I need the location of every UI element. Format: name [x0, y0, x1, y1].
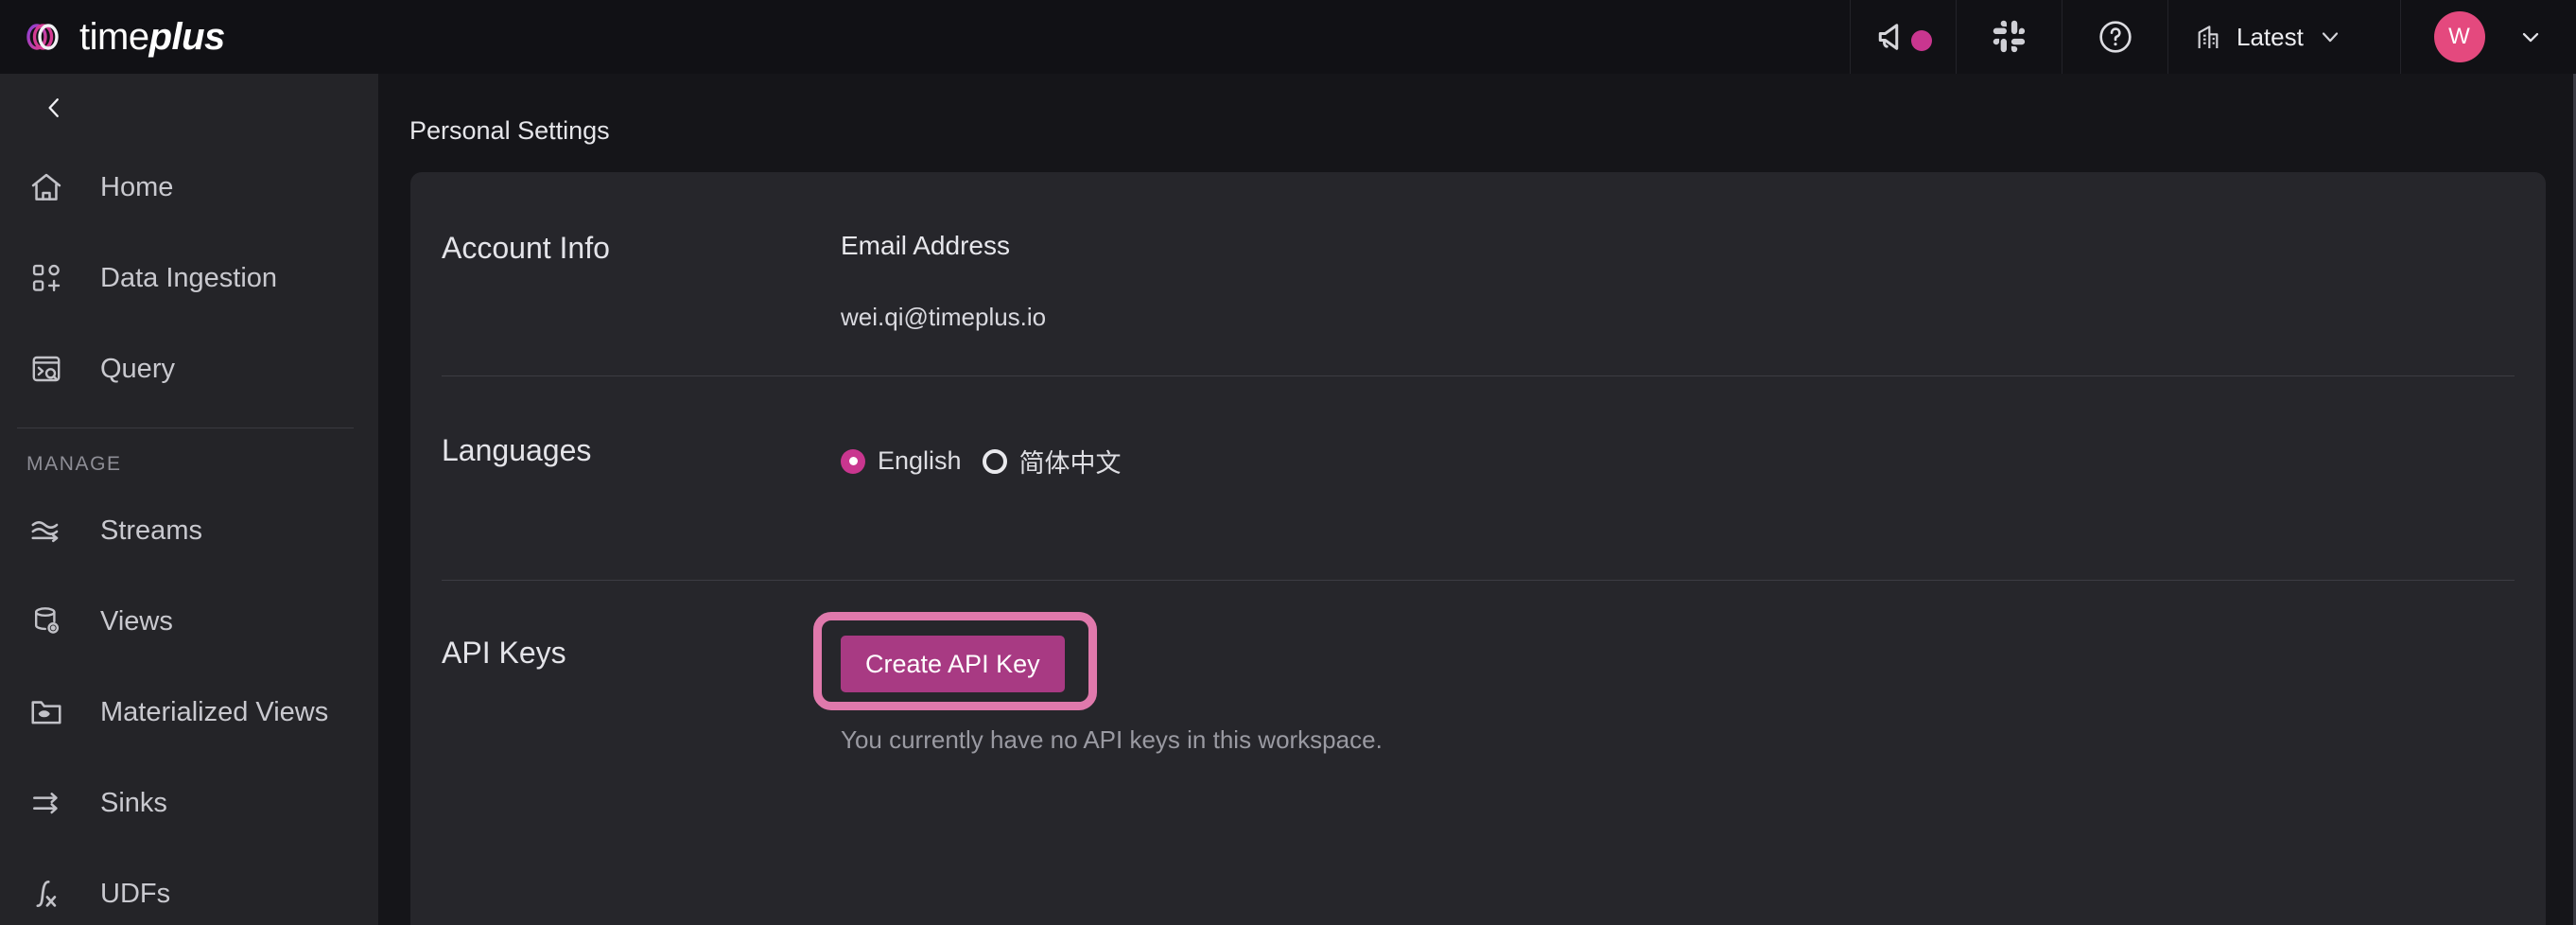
- language-label: 简体中文: [1018, 449, 1122, 478]
- section-title-api-keys: API Keys: [442, 636, 566, 670]
- timeplus-rings-logo-icon: [26, 24, 59, 50]
- radio-selected-icon[interactable]: [841, 448, 865, 474]
- slack-button[interactable]: [1956, 0, 2062, 74]
- section-title-account-info: Account Info: [442, 231, 610, 265]
- announcements-button[interactable]: [1850, 0, 1956, 74]
- email-address-label: Email Address: [841, 231, 1010, 260]
- language-option-chinese[interactable]: 简体中文: [982, 443, 1122, 480]
- languages-body: English 简体中文: [841, 433, 2546, 480]
- section-api-keys: API Keys Create API Key You currently ha…: [410, 581, 2546, 798]
- language-radio-group: English 简体中文: [841, 433, 2546, 480]
- section-account-info: Account Info Email Address wei.qi@timepl…: [410, 172, 2546, 375]
- chevron-down-icon[interactable]: [2517, 24, 2544, 50]
- sidebar-item-sinks[interactable]: Sinks: [0, 758, 378, 848]
- help-circle-icon: [2098, 21, 2132, 53]
- brand-wordmark: timeplus: [79, 18, 225, 56]
- radio-unselected-icon[interactable]: [982, 448, 1007, 474]
- brand-logo[interactable]: timeplus: [0, 15, 225, 59]
- chevron-down-icon: [2322, 32, 2338, 43]
- sidebar-item-label: Materialized Views: [100, 696, 329, 727]
- email-address-value: wei.qi@timeplus.io: [841, 303, 1047, 331]
- brand-name-bold: plus: [148, 16, 226, 58]
- building-icon: [2198, 26, 2219, 48]
- sidebar-item-data-ingestion[interactable]: Data Ingestion: [0, 233, 378, 323]
- account-info-body: Email Address wei.qi@timeplus.io: [841, 231, 2546, 332]
- chevron-left-icon: [48, 98, 59, 117]
- sidebar-item-views[interactable]: Views: [0, 576, 378, 667]
- sidebar-item-label: Query: [100, 353, 175, 384]
- materialized-views-folder-icon: [25, 690, 68, 734]
- section-title-languages: Languages: [442, 433, 592, 467]
- sidebar: Home Data Ingestion Query MANAGE Streams…: [0, 74, 378, 925]
- sidebar-item-query[interactable]: Query: [0, 323, 378, 414]
- sidebar-item-label: Streams: [100, 515, 202, 546]
- sidebar-item-home[interactable]: Home: [0, 142, 378, 233]
- language-label: English: [878, 446, 962, 475]
- top-bar: timeplus Latest W: [0, 0, 2576, 74]
- brand-name-light: time: [79, 16, 149, 58]
- sidebar-item-materialized-views[interactable]: Materialized Views: [0, 667, 378, 758]
- data-ingestion-icon: [25, 256, 68, 300]
- sidebar-item-udfs[interactable]: UDFs: [0, 848, 378, 925]
- query-terminal-icon: [25, 347, 68, 391]
- sidebar-collapse-button[interactable]: [0, 74, 378, 142]
- avatar[interactable]: W: [2433, 11, 2485, 62]
- workspace-label: Latest: [2237, 22, 2304, 51]
- app-root: timeplus Latest W Home Data Ingestion Qu…: [0, 0, 2576, 925]
- streams-icon: [25, 509, 68, 552]
- workspace-selector[interactable]: Latest: [2167, 0, 2400, 74]
- udf-function-icon: [25, 872, 68, 916]
- page-title: Personal Settings: [409, 116, 610, 145]
- main-content: Personal Settings Account Info Email Add…: [378, 74, 2576, 925]
- sidebar-item-label: Home: [100, 171, 174, 202]
- notification-badge-dot: [1910, 30, 1932, 51]
- sinks-arrows-icon: [25, 781, 68, 825]
- megaphone-icon: [1875, 17, 1932, 57]
- sidebar-section-manage-label: MANAGE: [26, 453, 122, 475]
- settings-card: Account Info Email Address wei.qi@timepl…: [410, 172, 2546, 925]
- section-languages: Languages English 简体中文: [410, 376, 2546, 580]
- create-api-key-button[interactable]: Create API Key: [841, 636, 1065, 692]
- views-database-icon: [25, 600, 68, 643]
- user-menu[interactable]: W: [2400, 0, 2576, 74]
- sidebar-item-label: Views: [100, 605, 173, 637]
- api-keys-empty-message: You currently have no API keys in this w…: [841, 725, 1383, 754]
- sidebar-item-label: Sinks: [100, 787, 167, 818]
- sidebar-item-label: Data Ingestion: [100, 262, 278, 293]
- sidebar-item-label: UDFs: [100, 878, 171, 909]
- home-icon: [25, 166, 68, 209]
- language-option-english[interactable]: English: [841, 446, 962, 476]
- help-button[interactable]: [2062, 0, 2167, 74]
- slack-icon: [1993, 20, 2025, 53]
- api-keys-body: Create API Key You currently have no API…: [813, 612, 2546, 755]
- sidebar-item-streams[interactable]: Streams: [0, 485, 378, 576]
